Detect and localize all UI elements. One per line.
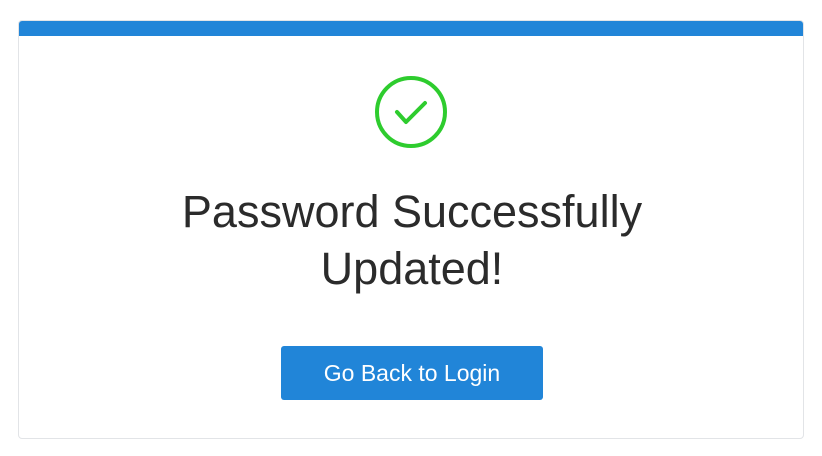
success-title: Password Successfully Updated! (181, 186, 643, 294)
success-card: Password Successfully Updated! Go Back t… (18, 20, 804, 439)
go-back-to-login-button[interactable]: Go Back to Login (281, 346, 543, 400)
check-circle-icon (373, 74, 449, 150)
card-accent-bar (19, 21, 803, 36)
